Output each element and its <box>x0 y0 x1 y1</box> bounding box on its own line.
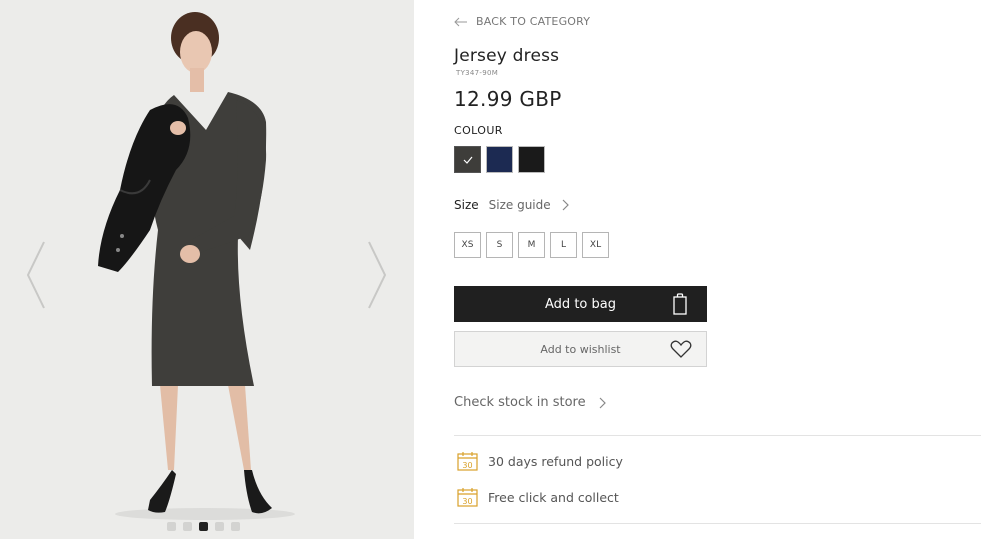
chevron-right-icon <box>562 199 569 211</box>
calendar-30-icon: 30 <box>457 452 478 471</box>
colour-swatches <box>454 146 545 173</box>
arrow-left-icon <box>454 17 467 26</box>
size-option-m[interactable]: M <box>518 232 545 258</box>
size-options: XS S M L XL <box>454 232 609 258</box>
colour-label: COLOUR <box>454 124 503 137</box>
size-option-l[interactable]: L <box>550 232 577 258</box>
gallery-pagination <box>167 522 240 531</box>
back-to-category-link[interactable]: BACK TO CATEGORY <box>454 15 590 28</box>
colour-swatch-black[interactable] <box>518 146 545 173</box>
gallery-dot[interactable] <box>215 522 224 531</box>
add-to-bag-label: Add to bag <box>545 296 616 312</box>
divider <box>454 523 981 524</box>
benefit-refund-label: 30 days refund policy <box>488 453 623 469</box>
add-to-wishlist-button[interactable]: Add to wishlist <box>454 331 707 367</box>
gallery-dot[interactable] <box>231 522 240 531</box>
gallery-dot-active[interactable] <box>199 522 208 531</box>
size-label: Size <box>454 198 479 212</box>
previous-image-arrow-icon[interactable] <box>24 240 48 310</box>
size-option-xs[interactable]: XS <box>454 232 481 258</box>
colour-swatch-dark-grey[interactable] <box>454 146 481 173</box>
product-price: 12.99 GBP <box>454 87 562 111</box>
calendar-30-icon: 30 <box>457 488 478 507</box>
check-stock-label: Check stock in store <box>454 395 586 410</box>
size-guide-label: Size guide <box>488 198 551 212</box>
back-link-label: BACK TO CATEGORY <box>476 15 591 28</box>
gallery-dot[interactable] <box>167 522 176 531</box>
gallery-dot[interactable] <box>183 522 192 531</box>
benefit-collect-label: Free click and collect <box>488 489 619 505</box>
add-to-wishlist-label: Add to wishlist <box>540 342 621 356</box>
size-row: Size Size guide <box>454 198 569 212</box>
checkmark-icon <box>463 156 473 164</box>
add-to-bag-button[interactable]: Add to bag <box>454 286 707 322</box>
svg-text:30: 30 <box>462 497 472 506</box>
product-title: Jersey dress <box>454 46 560 66</box>
size-option-xl[interactable]: XL <box>582 232 609 258</box>
size-guide-link[interactable]: Size guide <box>489 198 569 212</box>
shopping-bag-icon <box>673 293 687 315</box>
next-image-arrow-icon[interactable] <box>365 240 389 310</box>
size-option-s[interactable]: S <box>486 232 513 258</box>
product-details: BACK TO CATEGORY Jersey dress TY347-90M … <box>454 0 981 539</box>
product-sku: TY347-90M <box>456 69 499 77</box>
chevron-right-icon <box>599 397 606 408</box>
benefit-click-collect: 30 Free click and collect <box>457 487 619 507</box>
svg-text:30: 30 <box>462 461 472 470</box>
benefit-refund: 30 30 days refund policy <box>457 451 623 471</box>
check-stock-link[interactable]: Check stock in store <box>454 395 606 410</box>
heart-icon <box>670 340 692 358</box>
product-gallery <box>0 0 414 539</box>
colour-swatch-navy[interactable] <box>486 146 513 173</box>
product-photo <box>0 0 414 539</box>
divider <box>454 435 981 436</box>
